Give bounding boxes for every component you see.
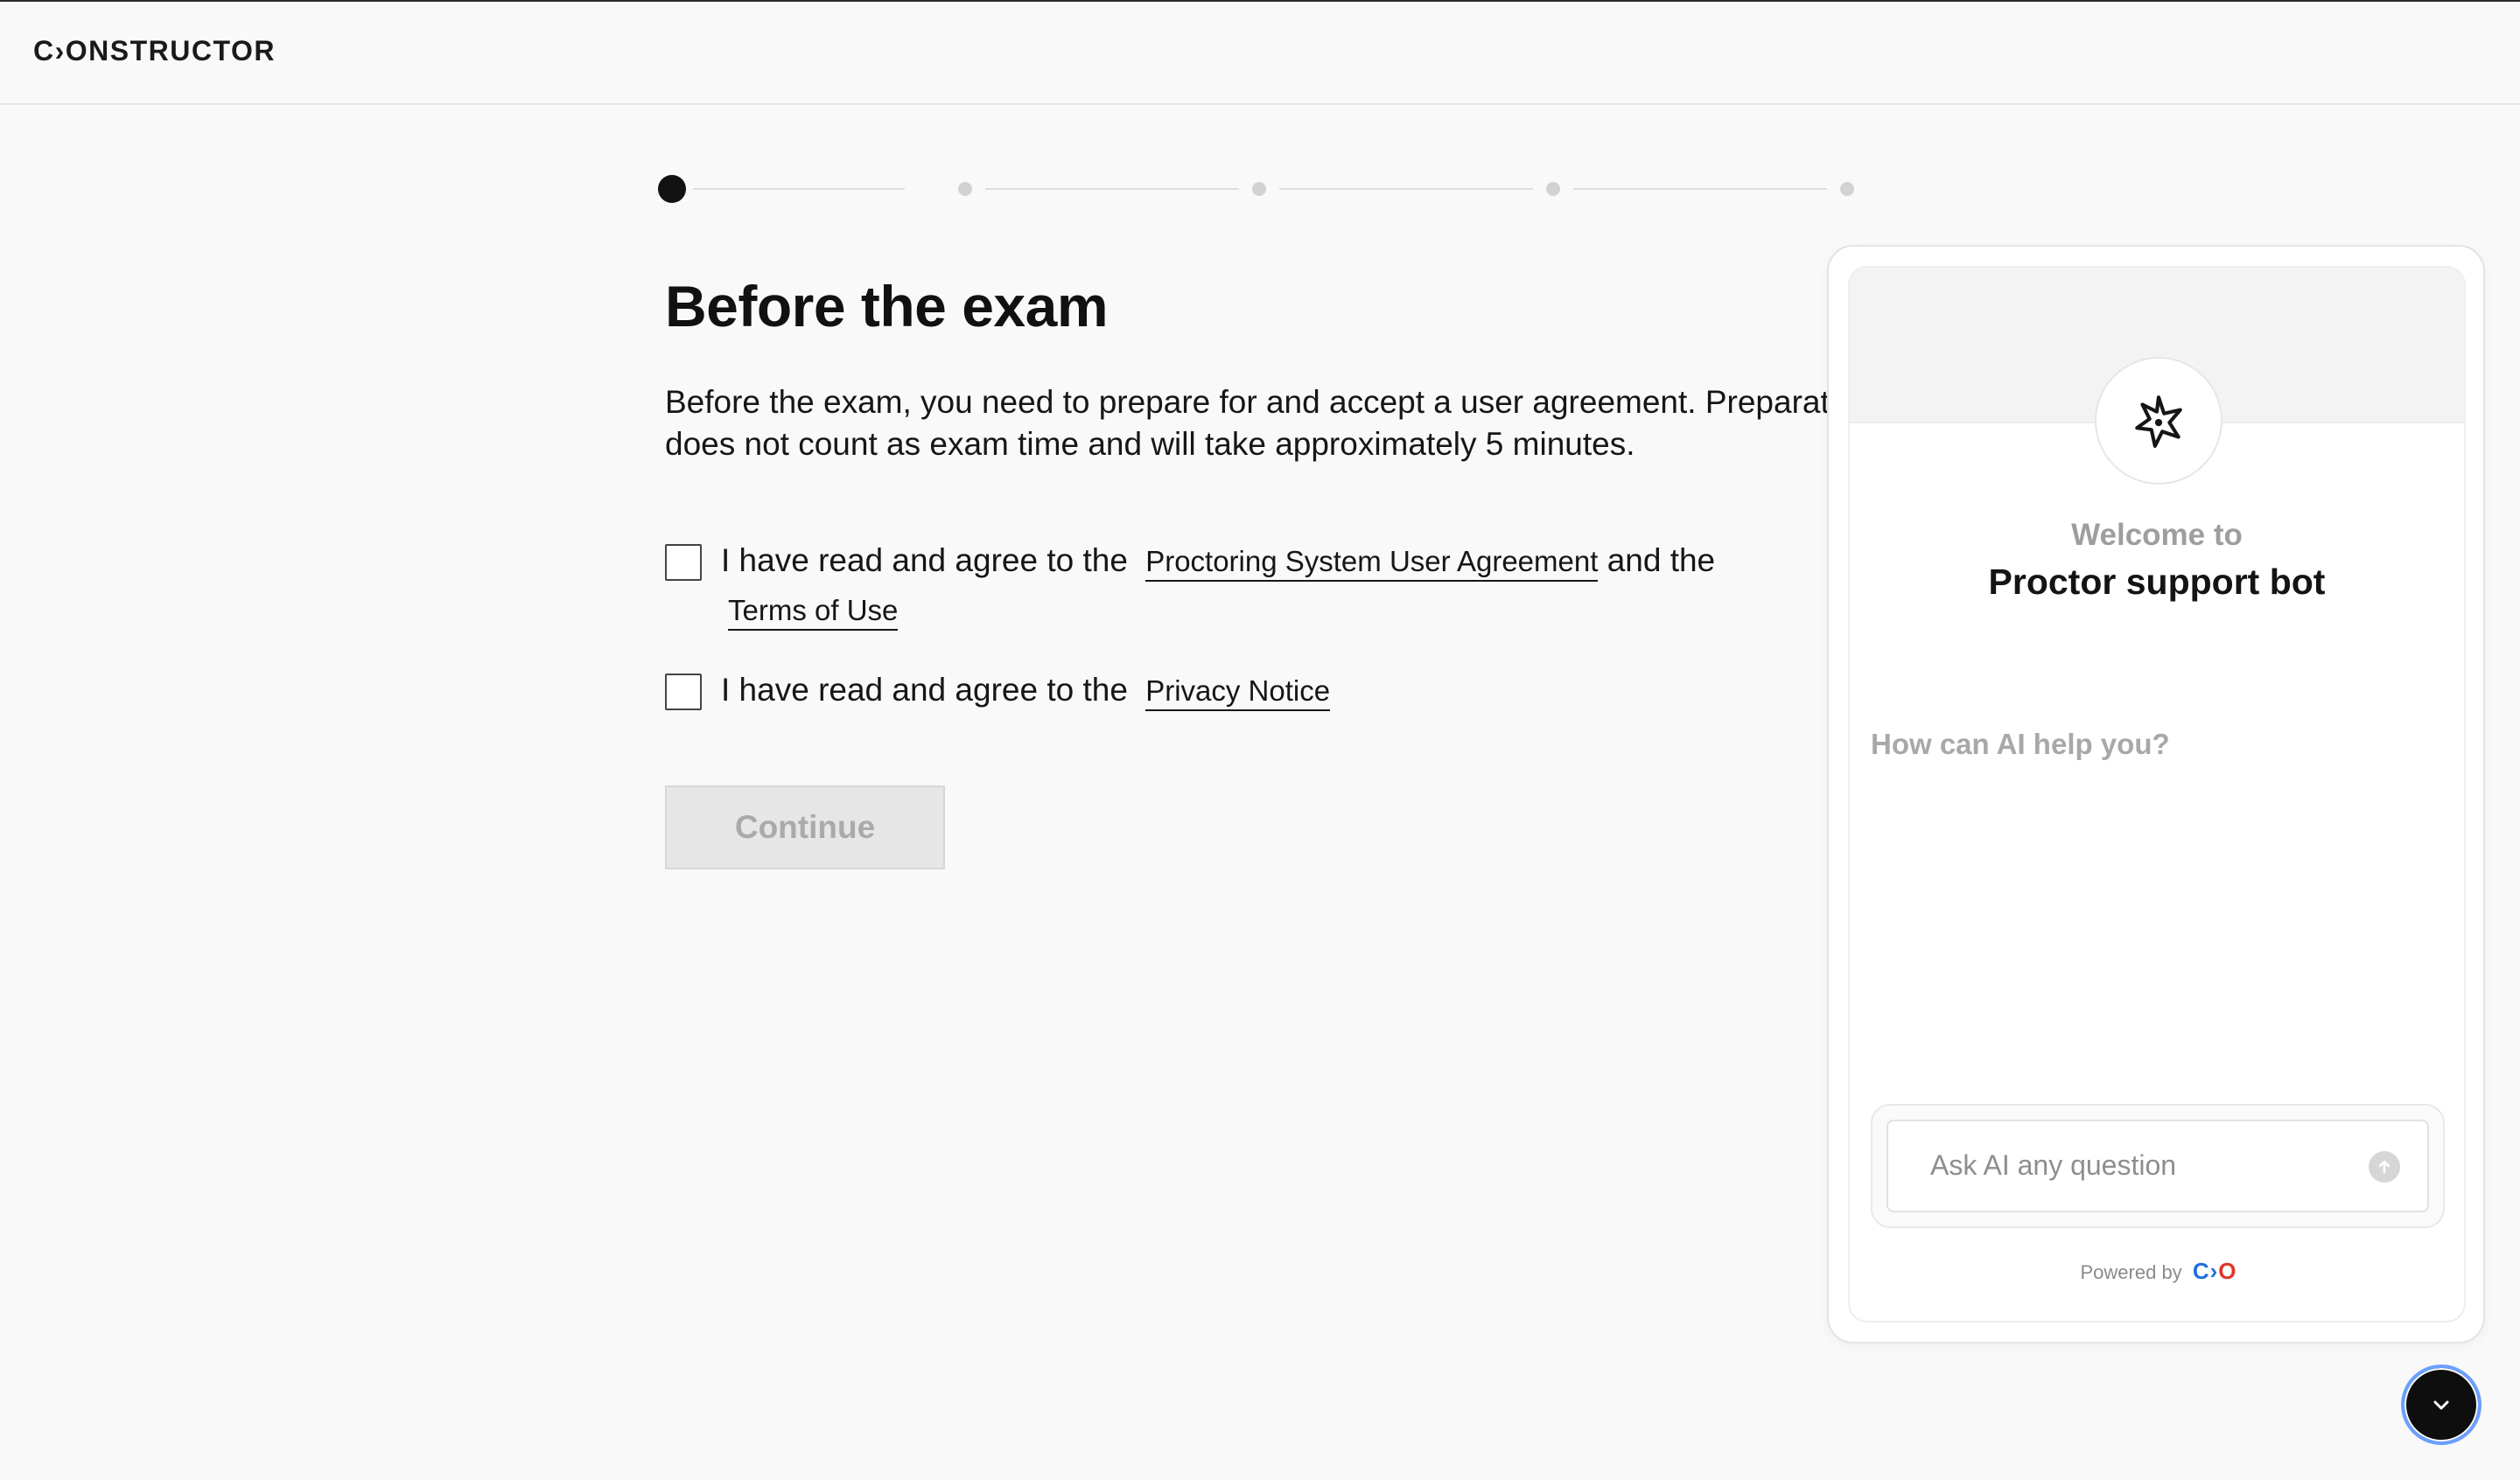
bot-avatar — [2095, 357, 2222, 485]
agreement-row-user-agreement: I have read and agree to the Proctoring … — [665, 542, 1802, 640]
step-connector — [1573, 188, 1827, 190]
chat-input-container — [1871, 1104, 2445, 1228]
sparkle-star-icon — [2135, 395, 2182, 448]
progress-stepper — [658, 175, 1857, 205]
continue-button[interactable]: Continue — [665, 785, 945, 869]
send-button[interactable] — [2369, 1151, 2400, 1183]
agreement-second-line: Terms of Use — [728, 591, 899, 631]
agreement-middle: and the — [1606, 542, 1716, 578]
chat-bot-name: Proctor support bot — [1988, 562, 2326, 602]
step-connector — [693, 188, 905, 190]
chat-help-prompt: How can AI help you? — [1871, 728, 2170, 760]
description-line-1: Before the exam, you need to prepare for… — [665, 384, 1873, 420]
agreement-text: I have read and agree to the Proctoring … — [721, 542, 1716, 582]
privacy-notice-link[interactable]: Privacy Notice — [1145, 674, 1331, 711]
powered-by-logo: C›O — [2192, 1258, 2237, 1284]
chat-window: Welcome to Proctor support bot How can A… — [1848, 266, 2466, 1323]
description-line-2: does not count as exam time and will tak… — [665, 426, 1635, 462]
chevron-down-icon — [2433, 1400, 2449, 1410]
step-4-dot — [1546, 182, 1560, 196]
agreement-prefix: I have read and agree to the — [721, 542, 1128, 578]
step-connector — [985, 188, 1239, 190]
agreement-row-privacy: I have read and agree to the Privacy Not… — [665, 672, 1802, 726]
chat-message-input[interactable] — [1930, 1142, 2350, 1188]
proctoring-user-agreement-link[interactable]: Proctoring System User Agreement — [1145, 545, 1599, 582]
page-title: Before the exam — [665, 274, 1109, 339]
constructor-logo[interactable]: C›ONSTRUCTOR — [33, 35, 276, 67]
agreement-prefix: I have read and agree to the — [721, 672, 1128, 708]
privacy-notice-checkbox[interactable] — [665, 674, 702, 710]
user-agreement-checkbox[interactable] — [665, 544, 702, 581]
top-bar: C›ONSTRUCTOR — [0, 2, 2520, 105]
agreement-text: I have read and agree to the Privacy Not… — [721, 672, 1331, 711]
chat-welcome-text: Welcome to — [2071, 518, 2243, 552]
chat-input-box — [1886, 1120, 2429, 1212]
terms-of-use-link[interactable]: Terms of Use — [728, 594, 899, 631]
step-5-dot — [1840, 182, 1854, 196]
step-3-dot — [1252, 182, 1266, 196]
step-2-dot — [958, 182, 972, 196]
chat-toggle-button[interactable] — [2401, 1365, 2482, 1445]
powered-by-footer: Powered by C›O — [1850, 1258, 2464, 1285]
step-1-dot — [658, 175, 686, 203]
step-connector — [1279, 188, 1533, 190]
powered-by-text: Powered by — [2080, 1261, 2182, 1283]
chat-widget-panel: Welcome to Proctor support bot How can A… — [1827, 245, 2485, 1344]
arrow-up-icon — [2378, 1160, 2390, 1174]
page-description: Before the exam, you need to prepare for… — [665, 381, 1873, 465]
